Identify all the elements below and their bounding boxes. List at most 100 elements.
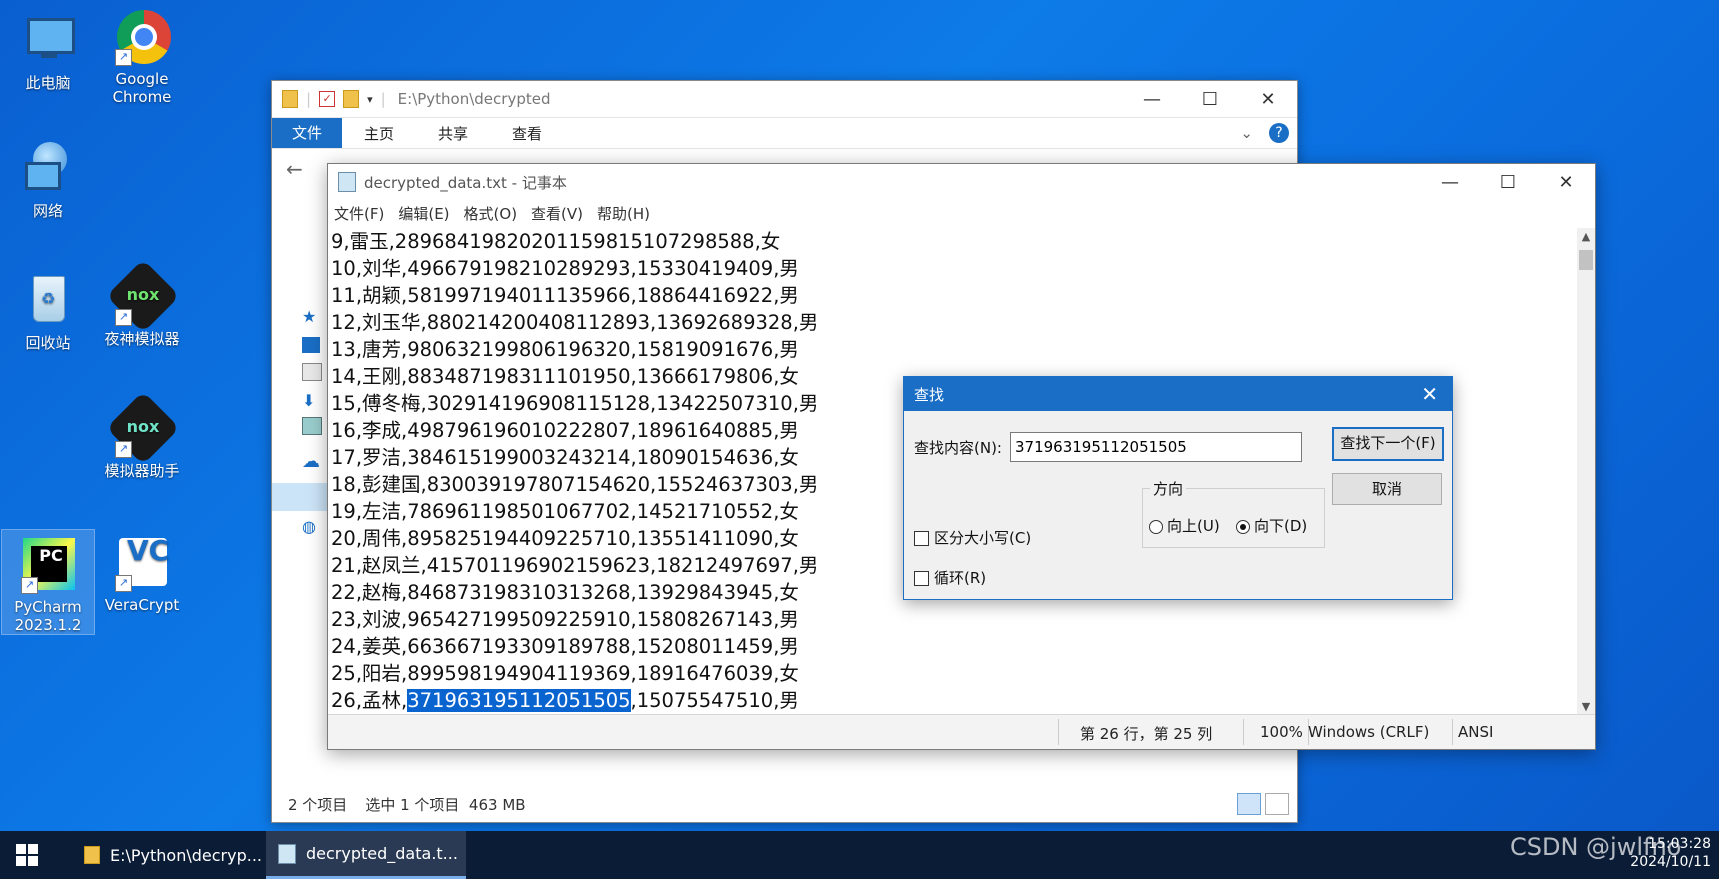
- menu-format[interactable]: 格式(O): [464, 203, 518, 224]
- desktop-icon-label: 模拟器助手: [104, 462, 180, 480]
- desktop-icon-nox[interactable]: nox ↗ 夜神模拟器: [96, 259, 188, 348]
- view-toggle: [1237, 793, 1289, 815]
- find-next-button[interactable]: 查找下一个(F): [1332, 427, 1444, 461]
- taskbar-item-explorer[interactable]: E:\Python\decryp...: [72, 831, 274, 879]
- scroll-down-icon[interactable]: ▼: [1577, 700, 1595, 713]
- tab-home[interactable]: 主页: [342, 123, 416, 144]
- taskbar-item-label: decrypted_data.t...: [306, 844, 458, 863]
- chrome-icon: ↗: [113, 8, 171, 66]
- new-folder-icon[interactable]: [343, 90, 360, 108]
- notepad-menubar: 文件(F) 编辑(E) 格式(O) 查看(V) 帮助(H): [328, 200, 1595, 226]
- help-icon[interactable]: ?: [1269, 123, 1289, 143]
- star-icon[interactable]: ★: [302, 307, 320, 326]
- download-icon[interactable]: ⬇: [302, 391, 320, 410]
- direction-up-label: 向上(U): [1167, 517, 1220, 535]
- explorer-ribbon-tabs: 文件 主页 共享 查看 ⌄ ?: [272, 118, 1297, 148]
- tab-share[interactable]: 共享: [416, 123, 490, 144]
- menu-file[interactable]: 文件(F): [334, 203, 384, 224]
- this-pc-icon[interactable]: [272, 483, 327, 511]
- desktop-icon-label: VeraCrypt: [104, 596, 180, 614]
- minimize-button[interactable]: —: [1421, 172, 1479, 193]
- desktop-icon-this-pc[interactable]: 此电脑: [2, 12, 94, 92]
- recycle-bin-icon: ♻: [19, 272, 77, 330]
- desktop-icon-nox-helper[interactable]: nox ↗ 模拟器助手: [96, 391, 188, 480]
- wrap-around-checkbox[interactable]: [914, 571, 929, 586]
- desktop-icon-label: 此电脑: [25, 74, 71, 92]
- text-line: 24,姜英,663667193309189788,15208011459,男: [331, 635, 799, 658]
- direction-up-option[interactable]: 向上(U): [1149, 515, 1220, 536]
- match-case-option[interactable]: 区分大小写(C): [914, 527, 1031, 548]
- notepad-icon: [338, 172, 356, 192]
- desktop-icon-veracrypt[interactable]: VC ↗ VeraCrypt: [96, 534, 188, 615]
- wrap-around-option[interactable]: 循环(R): [914, 567, 986, 588]
- nox-icon: nox ↗: [106, 259, 180, 333]
- desktop-icon-label: 网络: [32, 202, 63, 220]
- close-button[interactable]: ✕: [1239, 89, 1297, 110]
- text-line: 23,刘波,965427199509225910,15808267143,男: [331, 608, 799, 631]
- text-line: 9,雷玉,28968419820201159815107298588,女: [331, 230, 781, 253]
- desktop-icon-pycharm[interactable]: PC ↗ PyCharm 2023.1.2: [1, 529, 95, 635]
- desktop-icon-label: Google Chrome: [112, 70, 172, 106]
- desktop-folder-icon[interactable]: [302, 337, 320, 353]
- desktop-icon-label: 回收站: [25, 334, 71, 352]
- menu-edit[interactable]: 编辑(E): [398, 203, 449, 224]
- tab-view[interactable]: 查看: [490, 123, 564, 144]
- pycharm-icon: PC ↗: [19, 536, 77, 594]
- properties-icon[interactable]: ✓: [319, 91, 336, 107]
- menu-help[interactable]: 帮助(H): [597, 203, 650, 224]
- vertical-scrollbar[interactable]: ▲ ▼: [1577, 228, 1595, 715]
- wrap-around-label: 循环(R): [934, 569, 987, 587]
- find-what-input[interactable]: [1010, 432, 1302, 462]
- find-what-label: 查找内容(N):: [914, 439, 1002, 457]
- computer-icon: [19, 12, 77, 70]
- maximize-button[interactable]: ☐: [1479, 172, 1537, 193]
- desktop-icon-label: PyCharm 2023.1.2: [14, 598, 82, 634]
- explorer-titlebar: | ✓ ▾ | E:\Python\decrypted — ☐ ✕: [272, 81, 1297, 118]
- ribbon-expand-icon[interactable]: ⌄: [1240, 124, 1253, 142]
- window-controls: — ☐ ✕: [1421, 172, 1595, 193]
- line-ending: Windows (CRLF): [1308, 723, 1430, 741]
- desktop-icon-network[interactable]: 网络: [2, 140, 94, 220]
- windows-start-icon[interactable]: [16, 844, 38, 866]
- taskbar-item-notepad[interactable]: decrypted_data.t...: [266, 831, 466, 879]
- zoom-level: 100%: [1260, 723, 1303, 741]
- desktop-icon-recycle-bin[interactable]: ♻ 回收站: [2, 272, 94, 352]
- back-arrow-icon[interactable]: ←: [286, 157, 303, 181]
- minimize-button[interactable]: —: [1123, 89, 1181, 110]
- direction-down-label: 向下(D): [1254, 517, 1308, 535]
- picture-icon[interactable]: [302, 417, 322, 435]
- veracrypt-icon: VC ↗: [113, 534, 171, 592]
- onedrive-icon[interactable]: ☁: [302, 451, 320, 472]
- scroll-up-icon[interactable]: ▲: [1577, 230, 1595, 243]
- shortcut-arrow-icon: ↗: [21, 577, 38, 594]
- find-dialog: 查找 ✕ 查找内容(N): 查找下一个(F) 取消 方向 向上(U) 向下(D)…: [903, 376, 1453, 600]
- maximize-button[interactable]: ☐: [1181, 89, 1239, 110]
- radio-down[interactable]: [1236, 519, 1250, 534]
- large-icons-view-icon[interactable]: [1265, 793, 1289, 815]
- shortcut-arrow-icon: ↗: [115, 441, 132, 458]
- chevron-down-icon[interactable]: ▾: [367, 93, 373, 106]
- cancel-button[interactable]: 取消: [1332, 473, 1442, 505]
- text-line: 13,唐芳,980632199806196320,15819091676,男: [331, 338, 799, 361]
- radio-up[interactable]: [1149, 519, 1163, 534]
- desktop-icon-chrome[interactable]: ↗ Google Chrome: [96, 8, 188, 106]
- quick-access-toolbar: | ✓ ▾ |: [272, 90, 386, 108]
- close-icon[interactable]: ✕: [1421, 382, 1438, 406]
- watermark: CSDN @jwlfno: [1510, 833, 1682, 861]
- window-title-path: E:\Python\decrypted: [397, 90, 551, 108]
- network-icon[interactable]: ◍: [302, 517, 320, 536]
- text-line: 10,刘华,496679198210289293,15330419409,男: [331, 257, 799, 280]
- match-case-label: 区分大小写(C): [934, 529, 1032, 547]
- taskbar: E:\Python\decryp... decrypted_data.t... …: [0, 831, 1719, 879]
- menu-view[interactable]: 查看(V): [531, 203, 583, 224]
- document-icon[interactable]: [302, 363, 322, 381]
- scrollbar-thumb[interactable]: [1579, 250, 1593, 270]
- shortcut-arrow-icon: ↗: [115, 309, 132, 326]
- tab-file[interactable]: 文件: [272, 118, 342, 148]
- line-prefix: 26,孟林,: [331, 689, 408, 712]
- notepad-titlebar: decrypted_data.txt - 记事本 — ☐ ✕: [328, 164, 1595, 200]
- details-view-icon[interactable]: [1237, 793, 1261, 815]
- direction-down-option[interactable]: 向下(D): [1236, 515, 1307, 536]
- match-case-checkbox[interactable]: [914, 531, 929, 546]
- close-button[interactable]: ✕: [1537, 172, 1595, 193]
